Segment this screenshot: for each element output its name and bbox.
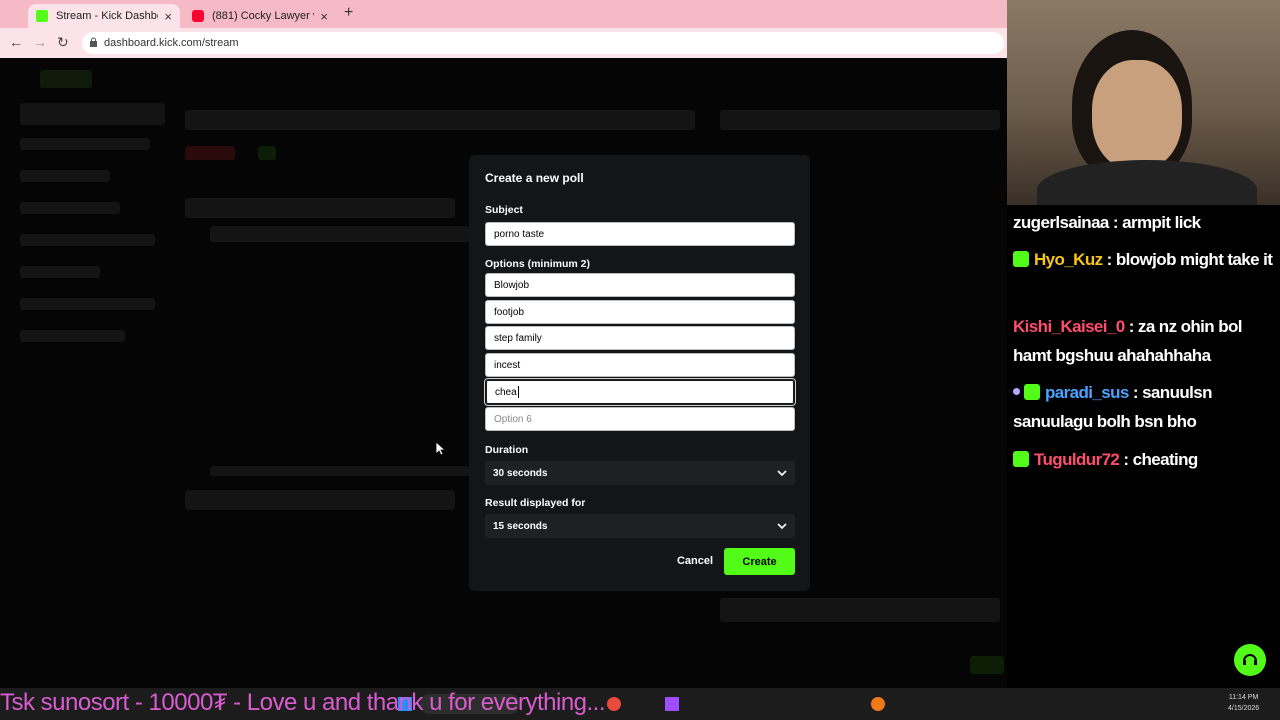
premiere-taskbar-icon[interactable] xyxy=(665,697,679,711)
result-duration-value: 15 seconds xyxy=(493,520,548,532)
option-3-input[interactable]: step family xyxy=(485,326,795,350)
chat-username: paradi_sus xyxy=(1045,383,1129,402)
chat-text: : cheating xyxy=(1119,450,1198,469)
sidebar-active-item xyxy=(20,103,165,125)
headset-icon xyxy=(1243,654,1257,665)
chat-text: : armpit lick xyxy=(1108,213,1201,232)
help-button[interactable] xyxy=(1234,644,1266,676)
close-tab-icon[interactable]: × xyxy=(320,9,328,24)
mouse-cursor-icon xyxy=(435,441,445,456)
option-value: chea xyxy=(495,386,517,398)
reload-icon[interactable]: ↻ xyxy=(57,34,69,51)
text-caret xyxy=(517,386,519,398)
option-4-input[interactable]: incest xyxy=(485,353,795,377)
chat-username: Hyo_Kuz xyxy=(1034,250,1103,269)
chat-text: : blowjob might take it xyxy=(1102,250,1273,269)
overlay-chat-message: paradi_sus : sanuulsn sanuulagu bolh bsn… xyxy=(1013,378,1275,436)
kick-logo xyxy=(40,70,92,88)
option-value: Blowjob xyxy=(494,279,530,291)
og-badge-icon xyxy=(1013,251,1029,267)
url-text: dashboard.kick.com/stream xyxy=(104,37,239,49)
youtube-favicon-icon xyxy=(192,10,204,22)
chevron-down-icon xyxy=(777,523,787,529)
session-info-header xyxy=(185,110,695,130)
live-badge xyxy=(185,146,235,160)
activity-feed-header xyxy=(185,490,455,510)
chat-username: zugerlsainaa xyxy=(1013,213,1109,232)
chat-send-button xyxy=(970,656,1004,674)
option-value: footjob xyxy=(494,306,525,318)
sidebar-item xyxy=(20,202,120,214)
site-info-icon[interactable] xyxy=(89,37,98,48)
url-field[interactable]: dashboard.kick.com/stream xyxy=(82,32,1004,54)
firefox-taskbar-icon[interactable] xyxy=(871,697,885,711)
system-clock: 11:14 PM 4/15/2026 xyxy=(1228,692,1259,714)
streamer-face xyxy=(1092,60,1182,170)
result-label: Result displayed for xyxy=(485,497,586,509)
option-6-input[interactable]: Option 6 xyxy=(485,407,795,431)
kick-favicon-icon xyxy=(36,10,48,22)
status-dot xyxy=(258,146,276,160)
option-6-placeholder: Option 6 xyxy=(494,413,532,425)
tab-title: Stream - Kick Dashboard xyxy=(56,10,158,22)
duration-label: Duration xyxy=(485,444,529,456)
close-tab-icon[interactable]: × xyxy=(164,9,172,24)
option-2-input[interactable]: footjob xyxy=(485,300,795,324)
chevron-down-icon xyxy=(777,470,787,476)
overlay-chat-message: Kishi_Kaisei_0 : za nz ohin bol hamt bgs… xyxy=(1013,312,1275,370)
chrome-taskbar-icon[interactable] xyxy=(607,697,621,711)
stream-preview-bar xyxy=(210,226,470,242)
stream-preview-scrub xyxy=(210,466,470,476)
subject-input[interactable]: porno taste xyxy=(485,222,795,246)
sidebar-item xyxy=(20,298,155,310)
webcam-feed xyxy=(1007,0,1280,205)
subject-value: porno taste xyxy=(494,228,545,240)
option-value: step family xyxy=(494,332,542,344)
option-1-input[interactable]: Blowjob xyxy=(485,273,795,297)
cancel-button[interactable]: Cancel xyxy=(672,549,718,573)
overlay-chat-message: Tuguldur72 : cheating xyxy=(1013,445,1275,474)
duration-value: 30 seconds xyxy=(493,467,548,479)
new-tab-button[interactable]: + xyxy=(344,4,353,22)
option-5-input[interactable]: chea xyxy=(484,378,796,406)
modal-title: Create a new poll xyxy=(485,171,584,185)
sidebar-item xyxy=(20,330,125,342)
og-badge-icon xyxy=(1013,451,1029,467)
donation-ticker: Tsk sunosort - 10000₮ - Love u and thank… xyxy=(0,689,606,716)
sidebar-item xyxy=(20,170,110,182)
stream-preview-header xyxy=(185,198,455,218)
og-badge-icon xyxy=(1024,384,1040,400)
create-button[interactable]: Create xyxy=(724,548,795,575)
options-label: Options (minimum 2) xyxy=(485,258,590,270)
chat-input xyxy=(720,598,1000,622)
forward-icon[interactable]: → xyxy=(33,34,47,50)
overlay-chat-message: zugerlsainaa : armpit lick xyxy=(1013,208,1275,237)
sidebar-item xyxy=(20,234,155,246)
duration-select[interactable]: 30 seconds xyxy=(485,461,795,485)
tab-youtube[interactable]: (881) Cocky Lawyer vs. 3 Smok × xyxy=(184,4,336,28)
overlay-chat-message: Hyo_Kuz : blowjob might take it xyxy=(1013,245,1275,274)
subscriber-dot-icon xyxy=(1013,388,1020,395)
chat-header xyxy=(720,110,1000,130)
clock-date: 4/15/2026 xyxy=(1228,705,1260,712)
back-icon[interactable]: ← xyxy=(9,34,23,50)
chat-username: Kishi_Kaisei_0 xyxy=(1013,317,1125,336)
clock-time: 11:14 PM xyxy=(1228,694,1259,701)
result-duration-select[interactable]: 15 seconds xyxy=(485,514,795,538)
subject-label: Subject xyxy=(485,204,523,216)
chat-username: Tuguldur72 xyxy=(1034,450,1120,469)
tab-title: (881) Cocky Lawyer vs. 3 Smok xyxy=(212,10,314,22)
sidebar-item xyxy=(20,138,150,150)
tab-kick-dashboard[interactable]: Stream - Kick Dashboard × xyxy=(28,4,180,28)
option-value: incest xyxy=(494,359,521,371)
sidebar-item xyxy=(20,266,100,278)
